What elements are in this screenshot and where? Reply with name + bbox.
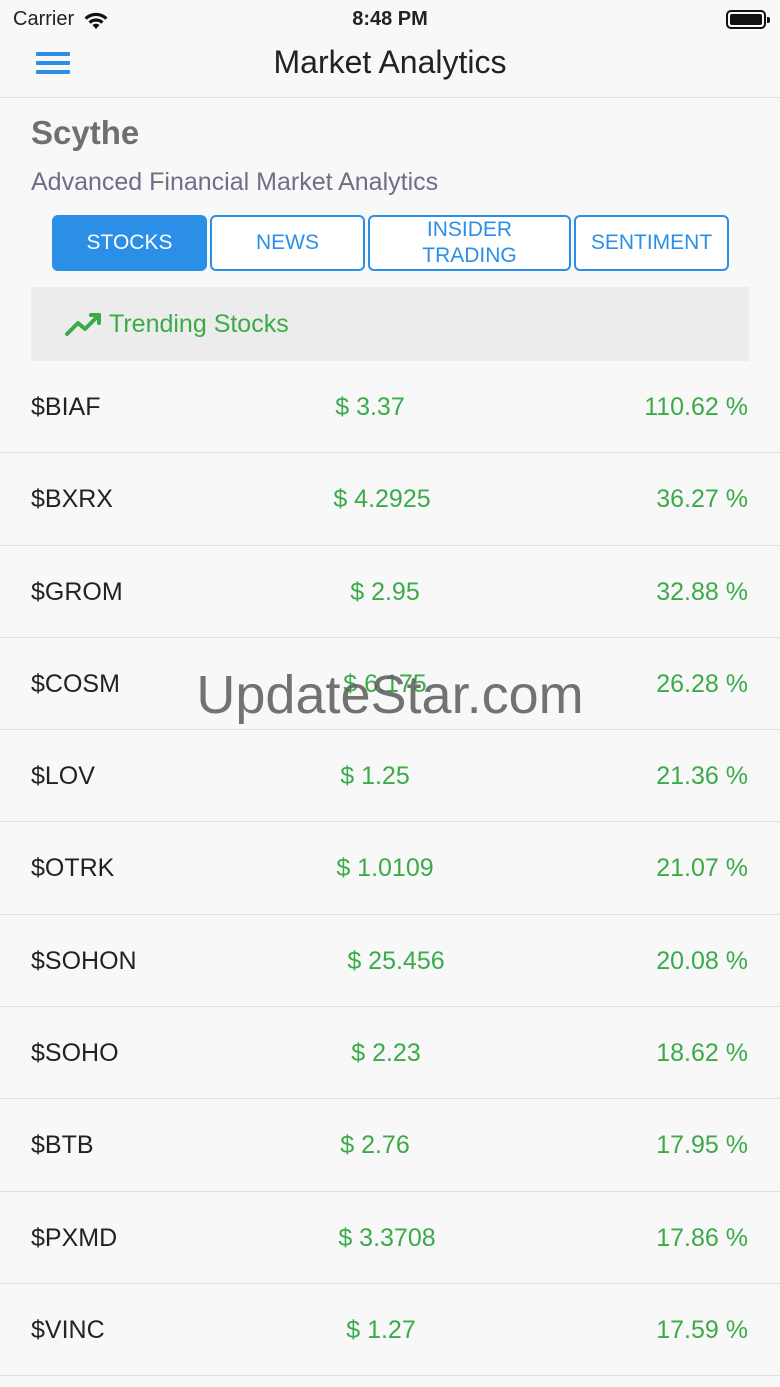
stock-row[interactable]: $SOHO $ 2.23 18.62 % bbox=[0, 1007, 780, 1100]
stock-price: $ 2.23 bbox=[351, 1039, 421, 1068]
stock-price: $ 2.95 bbox=[350, 577, 420, 606]
stock-row[interactable]: $GROM $ 2.95 32.88 % bbox=[0, 546, 780, 638]
stock-row[interactable]: $BXRX $ 4.2925 36.27 % bbox=[0, 453, 780, 546]
stock-row[interactable]: $SOHON $ 25.456 20.08 % bbox=[0, 915, 780, 1008]
stock-price: $ 1.27 bbox=[346, 1315, 416, 1344]
stock-symbol: $SOHON bbox=[31, 946, 137, 975]
stock-row[interactable]: $BIAF $ 3.37 110.62 % bbox=[0, 361, 780, 454]
stock-symbol: $BXRX bbox=[31, 485, 113, 514]
tab-insider-trading[interactable]: INSIDER TRADING bbox=[368, 215, 571, 271]
stock-row[interactable]: $COSM $ 6.175 26.28 % bbox=[0, 638, 780, 731]
stock-price: $ 1.25 bbox=[340, 762, 410, 791]
stock-symbol: $COSM bbox=[31, 669, 120, 698]
stock-change: 32.88 % bbox=[656, 577, 748, 606]
stock-row[interactable]: $PXMD $ 3.3708 17.86 % bbox=[0, 1192, 780, 1284]
stock-row[interactable]: $LOV $ 1.25 21.36 % bbox=[0, 730, 780, 823]
stock-change: 36.27 % bbox=[656, 485, 748, 514]
stock-price: $ 1.0109 bbox=[336, 854, 434, 883]
battery-icon bbox=[726, 10, 770, 29]
stock-price: $ 25.456 bbox=[347, 946, 445, 975]
stock-price: $ 3.37 bbox=[335, 393, 405, 421]
stock-change: 18.62 % bbox=[656, 1039, 748, 1068]
trending-up-icon bbox=[65, 313, 101, 336]
stock-change: 21.07 % bbox=[656, 854, 748, 883]
tab-news[interactable]: NEWS bbox=[210, 215, 365, 271]
stock-change: 17.86 % bbox=[656, 1223, 748, 1252]
tab-sentiment[interactable]: SENTIMENT bbox=[574, 215, 729, 271]
stock-list: $BIAF $ 3.37 110.62 % $BXRX $ 4.2925 36.… bbox=[0, 361, 780, 1377]
stock-symbol: $LOV bbox=[31, 762, 95, 791]
stock-change: 26.28 % bbox=[656, 669, 748, 698]
stock-symbol: $GROM bbox=[31, 577, 123, 606]
stock-symbol: $VINC bbox=[31, 1315, 105, 1344]
stock-change: 20.08 % bbox=[656, 946, 748, 975]
stock-row[interactable]: $BTB $ 2.76 17.95 % bbox=[0, 1099, 780, 1192]
navigation-bar: Market Analytics bbox=[0, 40, 780, 98]
stock-price: $ 2.76 bbox=[340, 1131, 410, 1160]
stock-change: 17.95 % bbox=[656, 1131, 748, 1160]
app-brand: Scythe bbox=[31, 114, 140, 151]
stock-price: $ 4.2925 bbox=[333, 485, 431, 514]
stock-row[interactable]: $OTRK $ 1.0109 21.07 % bbox=[0, 822, 780, 915]
status-time: 8:48 PM bbox=[352, 8, 428, 30]
stock-symbol: $SOHO bbox=[31, 1039, 119, 1068]
stock-price: $ 6.175 bbox=[343, 669, 427, 698]
trending-section-header: Trending Stocks bbox=[31, 287, 749, 361]
stock-row[interactable]: $VINC $ 1.27 17.59 % bbox=[0, 1284, 780, 1377]
status-bar: Carrier 8:48 PM bbox=[0, 0, 780, 40]
stock-change: 110.62 % bbox=[644, 393, 748, 421]
app-subtitle: Advanced Financial Market Analytics bbox=[31, 168, 439, 196]
stock-symbol: $BTB bbox=[31, 1131, 94, 1160]
stock-change: 21.36 % bbox=[656, 762, 748, 791]
stock-symbol: $OTRK bbox=[31, 854, 115, 883]
tab-bar: STOCKS NEWS INSIDER TRADING SENTIMENT bbox=[52, 215, 729, 271]
page-title: Market Analytics bbox=[273, 44, 507, 80]
stock-symbol: $BIAF bbox=[31, 393, 101, 421]
stock-symbol: $PXMD bbox=[31, 1223, 118, 1252]
stock-price: $ 3.3708 bbox=[338, 1223, 436, 1252]
stock-change: 17.59 % bbox=[656, 1315, 748, 1344]
tab-stocks[interactable]: STOCKS bbox=[52, 215, 207, 271]
section-title: Trending Stocks bbox=[109, 309, 289, 338]
